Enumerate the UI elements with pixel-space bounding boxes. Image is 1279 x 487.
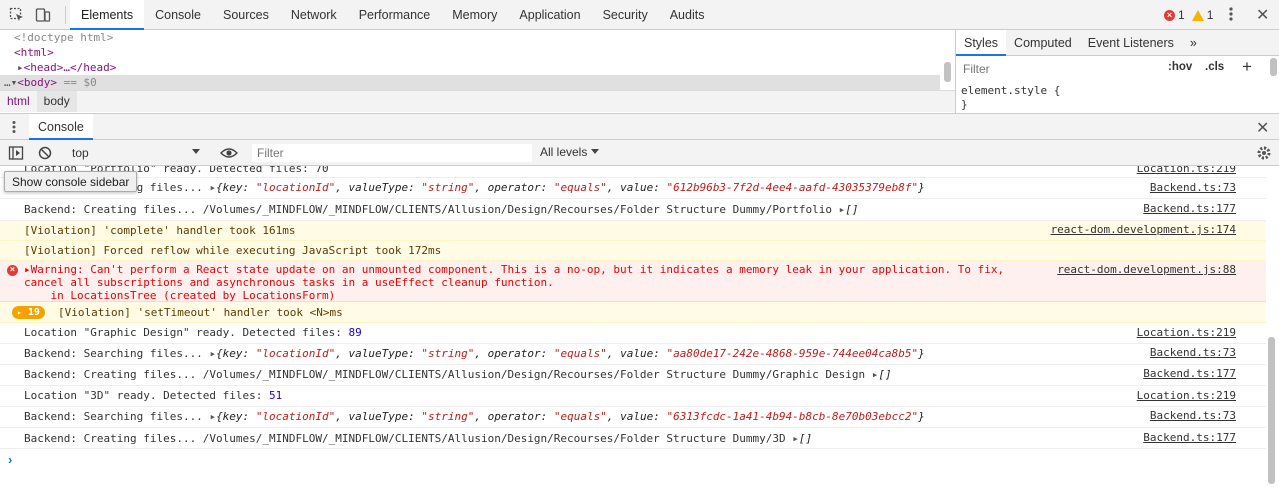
breadcrumb-html[interactable]: html xyxy=(0,91,37,112)
tab-memory[interactable]: Memory xyxy=(441,0,508,30)
tab-performance[interactable]: Performance xyxy=(348,0,442,30)
tab-audits[interactable]: Audits xyxy=(659,0,716,30)
more-options-icon[interactable] xyxy=(1229,6,1233,25)
error-warning-counter[interactable]: × 1 1 xyxy=(1164,8,1213,22)
selected-dom-row[interactable] xyxy=(0,75,940,90)
ellipsis-icon: … xyxy=(4,76,11,89)
source-link[interactable]: Location.ts:219 xyxy=(1137,389,1236,402)
styles-filter-input[interactable] xyxy=(960,60,1160,78)
console-message[interactable]: Backend: Searching files... ▸{key: "loca… xyxy=(0,178,1266,199)
source-link[interactable]: Backend.ts:73 xyxy=(1150,181,1236,194)
console-messages: Location "Portfolio" ready. Detected fil… xyxy=(0,166,1266,487)
log-levels-dropdown[interactable]: All levels xyxy=(540,145,600,159)
console-message[interactable]: Backend: Creating files... /Volumes/_MIN… xyxy=(0,428,1266,449)
error-icon: × xyxy=(1164,9,1175,21)
console-prompt-input[interactable]: › xyxy=(8,452,12,467)
tab-elements[interactable]: Elements xyxy=(70,0,145,30)
chevron-down-icon xyxy=(591,149,600,154)
drawer-tab-console[interactable]: Console xyxy=(29,114,93,140)
hover-state-toggle[interactable]: :hov xyxy=(1168,61,1192,73)
error-message[interactable]: × ▸Warning: Can't perform a React state … xyxy=(0,261,1266,302)
styles-tabs: Styles Computed Event Listeners » xyxy=(956,30,1279,56)
clear-console-icon[interactable] xyxy=(37,145,53,164)
console-message[interactable]: Location "3D" ready. Detected files: 51 … xyxy=(0,386,1266,407)
console-message[interactable]: Backend: Creating files... /Volumes/_MIN… xyxy=(0,365,1266,386)
class-toggle[interactable]: .cls xyxy=(1205,61,1224,73)
source-link[interactable]: Location.ts:219 xyxy=(1137,166,1236,175)
repeat-count-badge: ▸ 19 xyxy=(12,306,45,319)
expand-stack-icon[interactable]: ▸ xyxy=(24,263,31,276)
tab-console[interactable]: Console xyxy=(144,0,212,30)
source-link[interactable]: Backend.ts:73 xyxy=(1150,346,1236,359)
source-link[interactable]: react-dom.development.js:174 xyxy=(1051,223,1236,236)
elements-scrollbar[interactable] xyxy=(944,62,951,82)
expand-array-icon[interactable]: ▸ xyxy=(792,432,799,445)
tab-styles[interactable]: Styles xyxy=(956,30,1007,56)
tab-computed[interactable]: Computed xyxy=(1006,30,1080,56)
violation-message-group[interactable]: ▸ 19 [Violation] 'setTimeout' handler to… xyxy=(0,302,1266,323)
toolbar-separator xyxy=(65,6,66,24)
tab-security[interactable]: Security xyxy=(592,0,659,30)
console-settings-gear-icon[interactable] xyxy=(1256,145,1272,164)
source-link[interactable]: Backend.ts:177 xyxy=(1143,431,1236,444)
source-link[interactable]: Backend.ts:177 xyxy=(1143,367,1236,380)
console-filter-input[interactable] xyxy=(252,144,532,162)
dom-head[interactable]: ▸<head>…</head> xyxy=(17,60,116,75)
main-tabs: Elements Console Sources Network Perform… xyxy=(70,0,715,30)
console-scrollbar[interactable] xyxy=(1268,337,1275,484)
dom-body[interactable]: …▾<body> == $0 xyxy=(4,75,97,90)
console-message[interactable]: Backend: Creating files... /Volumes/_MIN… xyxy=(0,199,1266,221)
devtools-top-bar: Elements Console Sources Network Perform… xyxy=(0,0,1279,30)
tab-sources[interactable]: Sources xyxy=(212,0,280,30)
dom-html[interactable]: <html> xyxy=(14,45,54,60)
sidebar-toggle-icon[interactable] xyxy=(8,145,24,164)
live-expression-eye-icon[interactable] xyxy=(220,146,238,163)
warning-icon xyxy=(1191,9,1204,21)
expand-arrow-icon[interactable]: ▸ xyxy=(17,61,24,74)
close-devtools-icon[interactable]: ✕ xyxy=(1256,5,1269,25)
tab-event-listeners[interactable]: Event Listeners xyxy=(1080,30,1182,56)
console-message[interactable]: Backend: Searching files... ▸{key: "loca… xyxy=(0,407,1266,428)
styles-scrollbar[interactable] xyxy=(1270,58,1277,76)
styles-pane: Styles Computed Event Listeners » :hov .… xyxy=(955,30,1279,113)
source-link[interactable]: react-dom.development.js:88 xyxy=(1057,263,1236,276)
elements-tree: <!doctype html> <html> ▸<head>…</head> …… xyxy=(0,30,955,90)
inspect-element-icon[interactable] xyxy=(9,7,25,23)
tab-network[interactable]: Network xyxy=(280,0,348,30)
sidebar-tooltip: Show console sidebar xyxy=(4,171,138,192)
more-tabs-chevron-icon[interactable]: » xyxy=(1182,30,1205,56)
console-message[interactable]: Backend: Searching files... ▸{key: "loca… xyxy=(0,344,1266,365)
source-link[interactable]: Backend.ts:73 xyxy=(1150,409,1236,422)
context-select[interactable]: top xyxy=(66,144,206,162)
console-toolbar: top All levels xyxy=(0,140,1279,166)
breadcrumb-body[interactable]: body xyxy=(36,91,77,112)
source-link[interactable]: Backend.ts:177 xyxy=(1143,202,1236,215)
error-icon: × xyxy=(7,265,18,276)
breadcrumb: html body xyxy=(0,90,955,112)
dom-doctype[interactable]: <!doctype html> xyxy=(14,30,113,45)
new-style-rule-icon[interactable]: + xyxy=(1242,57,1252,77)
device-toolbar-icon[interactable] xyxy=(35,7,51,23)
tab-application[interactable]: Application xyxy=(508,0,591,30)
chevron-down-icon xyxy=(192,149,200,154)
drawer-menu-icon[interactable] xyxy=(12,120,16,137)
source-link[interactable]: Location.ts:219 xyxy=(1137,326,1236,339)
close-drawer-icon[interactable]: ✕ xyxy=(1256,118,1269,138)
console-message[interactable]: Location "Graphic Design" ready. Detecte… xyxy=(0,323,1266,344)
element-style-rule[interactable]: element.style { } xyxy=(961,84,1060,112)
console-message[interactable]: Location "Portfolio" ready. Detected fil… xyxy=(0,166,1266,178)
console-drawer-header: Console ✕ xyxy=(0,113,1279,140)
violation-message[interactable]: [Violation] Forced reflow while executin… xyxy=(0,241,1266,261)
violation-message[interactable]: [Violation] 'complete' handler took 161m… xyxy=(0,221,1266,241)
warning-count: 1 xyxy=(1206,8,1214,22)
error-count: 1 xyxy=(1178,8,1185,22)
